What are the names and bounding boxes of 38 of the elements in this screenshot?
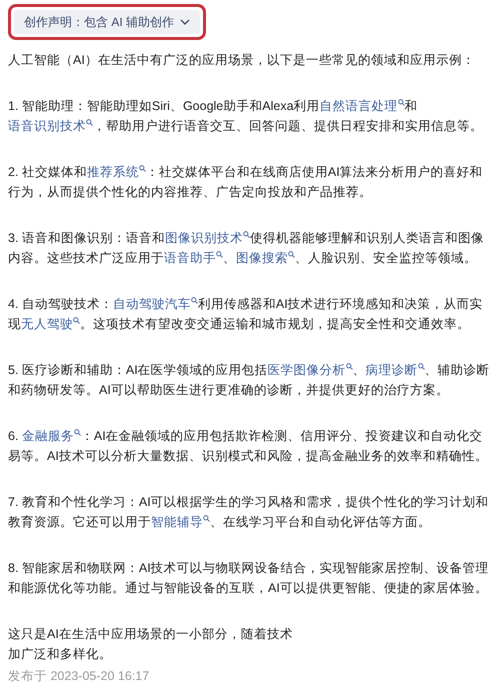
keyword-link[interactable]: 无人驾驶: [21, 317, 73, 331]
list-paragraph: 6. 金融服务 ：AI在金融领域的应用包括欺诈检测、信用评分、投资建议和自动化交易等。AI技术可以分析大量数据、识别模式和风险，提高金融业务的效率和精确性。: [8, 428, 489, 465]
search-icon: [398, 99, 405, 106]
search-icon: [203, 515, 210, 522]
list-paragraph: 1. 智能助理：智能助理如Siri、Google助手和Alexa利用 自然语言处理 和 语音识别技术 ，帮助用户进行语音交互、回答问题、提供日程安排和实用信息等。: [8, 98, 484, 135]
keyword-link[interactable]: 病理诊断: [366, 363, 418, 377]
chevron-down-icon: [180, 19, 190, 25]
keyword-link[interactable]: 语音识别技术: [8, 119, 86, 133]
list-paragraph: 8. 智能家居和物联网：AI技术可以与物联网设备结合，实现智能家居控制、设备管理和能源优化等功能。通过与智能设备的互联，AI可以提供更智能、便捷的家居体验。: [8, 560, 490, 597]
publish-time: 发布于 2023-05-20 16:17: [8, 668, 150, 684]
search-icon: [346, 363, 353, 370]
list-paragraph: 2. 社交媒体和推荐系统 ：社交媒体平台和在线商店使用AI算法来分析用户的喜好和行为，从而提供个性化的内容推荐、广告定向投放和产品推荐。: [8, 164, 484, 201]
search-icon: [242, 231, 250, 238]
search-icon: [418, 363, 425, 370]
keyword-link[interactable]: 自动驾驶汽车: [112, 297, 191, 311]
keyword-link[interactable]: 自然语言处理: [320, 99, 398, 113]
intro-paragraph: 人工智能（AI）在生活中有广泛的应用场景，以下是一些常见的领域和应用示例：: [8, 52, 476, 69]
search-icon: [74, 429, 81, 436]
search-icon: [190, 297, 198, 304]
declaration-dropdown[interactable]: 创作声明：包含 AI 辅助创作: [14, 10, 200, 34]
search-icon: [138, 165, 146, 172]
keyword-link[interactable]: 推荐系统: [86, 165, 139, 179]
list-paragraph: 5. 医疗诊断和辅助：AI在医学领域的应用包括医学图像分析 、病理诊断 、辅助诊断和药物研发等。AI可以帮助医生进行更准确的诊断，并提供更好的治疗方案。: [8, 362, 491, 399]
list-paragraph: 4. 自动驾驶技术：自动驾驶汽车 利用传感器和AI技术进行环境感知和决策，从而实现无人驾驶 。这项技术有望改变交通运输和城市规划，提高安全性和交通效率。: [8, 296, 484, 333]
search-icon: [86, 119, 93, 126]
keyword-link[interactable]: 语音助手: [164, 251, 216, 265]
list-paragraph: 7. 教育和个性化学习：AI可以根据学生的学习风格和需求，提供个性化的学习计划和教育资源。它还可以用于智能辅导 、在线学习平台和自动化评估等方面。: [8, 494, 490, 531]
list-paragraph: 3. 语音和图像识别：语音和图像识别技术 使得机器能够理解和识别人类语言和图像内容。这些技术广泛应用于语音助手 、图像搜索 、人脸识别、安全监控等领域。: [8, 230, 485, 267]
search-icon: [216, 251, 223, 258]
keyword-link[interactable]: 图像识别技术: [164, 231, 243, 245]
closing-text: 这只是AI在生活中应用场景的一小部分，随着技术: [8, 626, 294, 643]
keyword-link[interactable]: 金融服务: [22, 429, 74, 443]
search-icon: [288, 251, 295, 258]
search-icon: [73, 317, 80, 324]
keyword-link[interactable]: 医学图像分析: [268, 363, 346, 377]
keyword-link[interactable]: 图像搜索: [236, 251, 288, 265]
keyword-link[interactable]: 智能辅导: [151, 515, 203, 529]
closing-text: 加广泛和多样化。: [8, 646, 113, 663]
